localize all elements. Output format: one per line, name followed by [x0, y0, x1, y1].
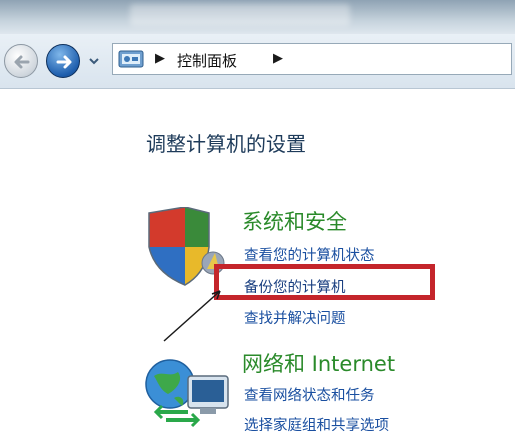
- back-arrow-icon: [14, 55, 30, 69]
- pointer-arrow-icon: [163, 290, 221, 342]
- page-heading: 调整计算机的设置: [146, 132, 306, 156]
- address-bar[interactable]: ▶ 控制面板 ▶: [112, 43, 512, 75]
- breadcrumb-separator-icon[interactable]: ▶: [155, 51, 165, 66]
- link-view-network-status[interactable]: 查看网络状态和任务: [244, 384, 375, 405]
- category-system-security[interactable]: 系统和安全: [242, 206, 347, 236]
- breadcrumb-expand-icon[interactable]: ▶: [273, 51, 283, 66]
- network-globe-icon: [145, 359, 229, 428]
- breadcrumb-control-panel[interactable]: 控制面板: [177, 50, 237, 71]
- window-title-bar: [0, 0, 515, 34]
- category-network-internet[interactable]: 网络和 Internet: [242, 348, 395, 378]
- blurred-title: [130, 4, 350, 26]
- forward-button[interactable]: [46, 44, 80, 78]
- back-button[interactable]: [4, 44, 38, 78]
- recent-pages-dropdown-icon[interactable]: [88, 56, 100, 66]
- highlight-box: [214, 264, 435, 300]
- link-homegroup-sharing[interactable]: 选择家庭组和共享选项: [244, 414, 389, 435]
- link-view-computer-status[interactable]: 查看您的计算机状态: [244, 244, 375, 265]
- control-panel-icon: [118, 50, 144, 68]
- forward-arrow-icon: [56, 55, 72, 69]
- link-find-fix-problems[interactable]: 查找并解决问题: [244, 307, 346, 328]
- shield-icon: [148, 207, 225, 286]
